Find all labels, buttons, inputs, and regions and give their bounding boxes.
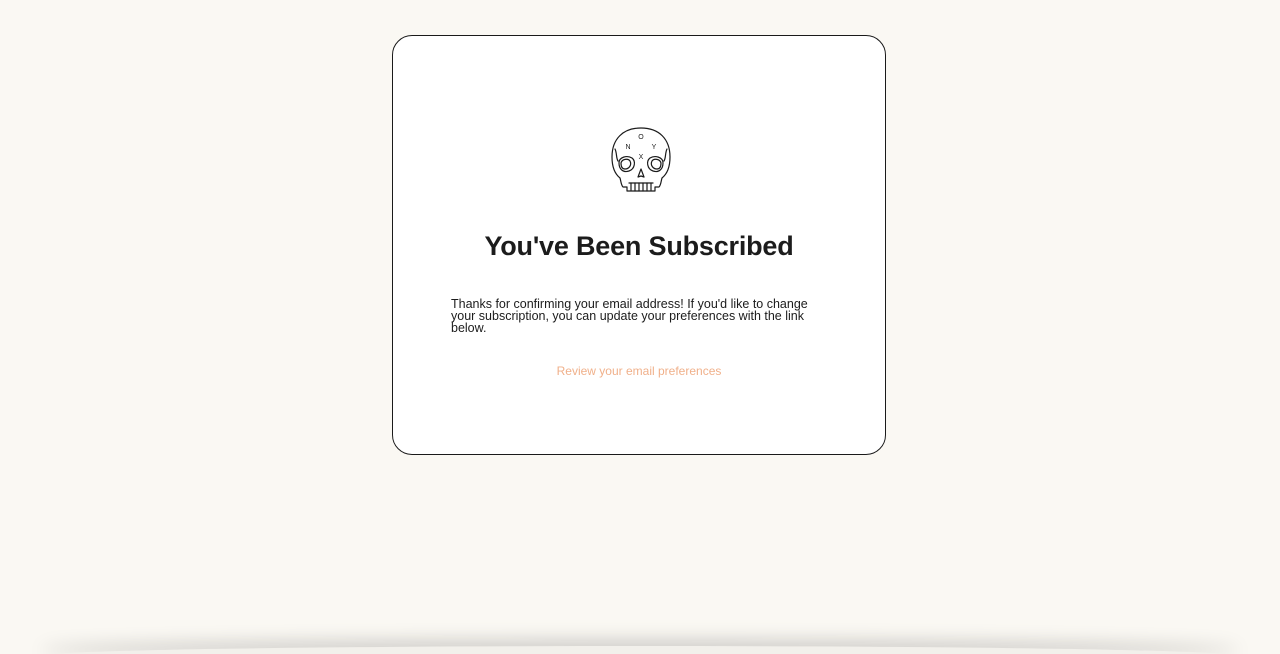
svg-text:O: O bbox=[638, 134, 644, 141]
review-preferences-link[interactable]: Review your email preferences bbox=[393, 364, 885, 378]
confirmation-card: O N Y X You've Been Subscribed Thanks fo… bbox=[392, 35, 886, 455]
confirmation-message: Thanks for confirming your email address… bbox=[451, 297, 808, 335]
skull-logo-icon: O N Y X bbox=[607, 125, 675, 197]
svg-text:X: X bbox=[639, 154, 644, 161]
svg-text:Y: Y bbox=[652, 144, 657, 151]
page-title: You've Been Subscribed bbox=[484, 231, 794, 261]
page: O N Y X You've Been Subscribed Thanks fo… bbox=[0, 0, 1280, 654]
bottom-shadow bbox=[40, 646, 1240, 654]
svg-text:N: N bbox=[625, 144, 630, 151]
